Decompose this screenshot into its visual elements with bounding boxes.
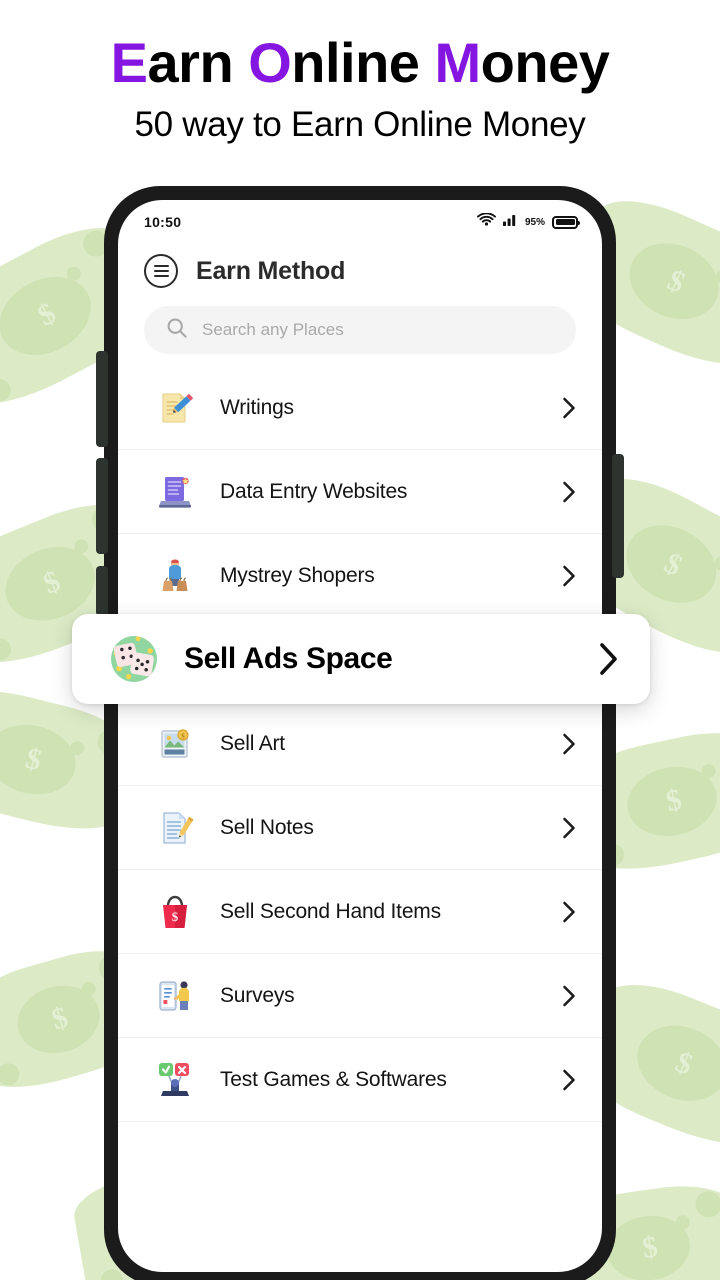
- dice-green-icon: [106, 631, 162, 687]
- status-bar: 10:50 95%: [118, 200, 602, 244]
- status-indicators: 95%: [477, 211, 580, 232]
- battery-icon: [552, 215, 580, 229]
- list-item[interactable]: Data Entry Websites: [118, 450, 602, 534]
- list-item[interactable]: Sell Notes: [118, 786, 602, 870]
- app-bar-title: Earn Method: [196, 256, 346, 285]
- search-section: [118, 302, 602, 366]
- phone-extra-button[interactable]: [96, 566, 108, 616]
- phone-mockup: 10:50 95% Earn Method Search any Places …: [96, 186, 624, 1280]
- list-item-label: Sell Art: [220, 731, 285, 755]
- chevron-right-icon[interactable]: [562, 1069, 576, 1091]
- chevron-right-icon[interactable]: [562, 481, 576, 503]
- memo-pencil-icon: [152, 385, 198, 431]
- joystick-test-icon: [152, 1057, 198, 1103]
- hamburger-menu-icon[interactable]: [144, 254, 178, 288]
- list-item-label: Sell Notes: [220, 815, 314, 839]
- phone-volume-up-button[interactable]: [96, 351, 108, 447]
- highlighted-item-label: Sell Ads Space: [184, 642, 393, 675]
- list-item-label: Sell Second Hand Items: [220, 899, 441, 923]
- earn-method-list: Writings Data Entry Websites Mystrey Sho…: [118, 366, 602, 1122]
- promo-title-block: Earn Online Money 50 way to Earn Online …: [0, 0, 720, 145]
- laptop-document-icon: [152, 469, 198, 515]
- framed-picture-icon: $: [152, 721, 198, 767]
- title-cap-o: O: [248, 31, 292, 94]
- banknote-dot: [0, 374, 15, 405]
- list-item-label: Test Games & Softwares: [220, 1067, 447, 1091]
- banknote-dot: [694, 1190, 720, 1220]
- phone-volume-down-button[interactable]: [96, 458, 108, 554]
- title-cap-e: E: [110, 31, 148, 94]
- highlighted-list-item[interactable]: Sell Ads Space: [72, 614, 650, 704]
- chevron-right-icon[interactable]: [562, 397, 576, 419]
- list-item[interactable]: $ Sell Second Hand Items: [118, 870, 602, 954]
- chevron-right-icon[interactable]: [562, 985, 576, 1007]
- list-item[interactable]: Test Games & Softwares: [118, 1038, 602, 1122]
- promo-screenshot: $ $ $ $ $ $ $ $ $ Earn Online Money 50 w…: [0, 0, 720, 1280]
- search-icon: [166, 317, 188, 344]
- signal-bars-icon: [502, 213, 518, 231]
- list-item[interactable]: Writings: [118, 366, 602, 450]
- wifi-icon: [477, 211, 496, 232]
- chevron-right-icon[interactable]: [562, 817, 576, 839]
- list-item-label: Data Entry Websites: [220, 479, 408, 503]
- shopping-bag-icon: $: [152, 889, 198, 935]
- list-item-label: Writings: [220, 395, 294, 419]
- list-item[interactable]: $ Sell Art: [118, 702, 602, 786]
- svg-text:$: $: [181, 732, 185, 740]
- list-item-label: Surveys: [220, 983, 295, 1007]
- banknote-dot: [0, 1060, 23, 1088]
- list-item[interactable]: Mystrey Shopers: [118, 534, 602, 618]
- title-cap-m: M: [434, 31, 482, 94]
- title-rest-online: nline: [291, 31, 435, 94]
- chevron-right-icon[interactable]: [562, 565, 576, 587]
- chevron-right-icon[interactable]: [562, 733, 576, 755]
- phone-power-button[interactable]: [612, 454, 624, 578]
- search-bar[interactable]: [144, 306, 576, 354]
- status-time: 10:50: [144, 214, 182, 230]
- list-item[interactable]: Surveys: [118, 954, 602, 1038]
- title-rest-earn: arn: [147, 31, 249, 94]
- note-pencil-icon: [152, 805, 198, 851]
- banknote-dot: [0, 634, 15, 664]
- page-subtitle: 50 way to Earn Online Money: [134, 104, 586, 144]
- chevron-right-icon[interactable]: [562, 901, 576, 923]
- battery-percent-label: 95%: [524, 216, 545, 228]
- chevron-right-icon[interactable]: [598, 642, 620, 676]
- search-input[interactable]: [202, 320, 554, 340]
- page-title: Earn Online Money: [0, 31, 720, 94]
- phone-screen: 10:50 95% Earn Method Search any Places …: [118, 200, 602, 1272]
- title-rest-money: oney: [480, 31, 610, 94]
- phone-survey-icon: [152, 973, 198, 1019]
- svg-text:$: $: [172, 909, 179, 924]
- shopper-person-icon: [152, 553, 198, 599]
- app-bar: Earn Method: [118, 244, 602, 302]
- list-item-label: Mystrey Shopers: [220, 563, 375, 587]
